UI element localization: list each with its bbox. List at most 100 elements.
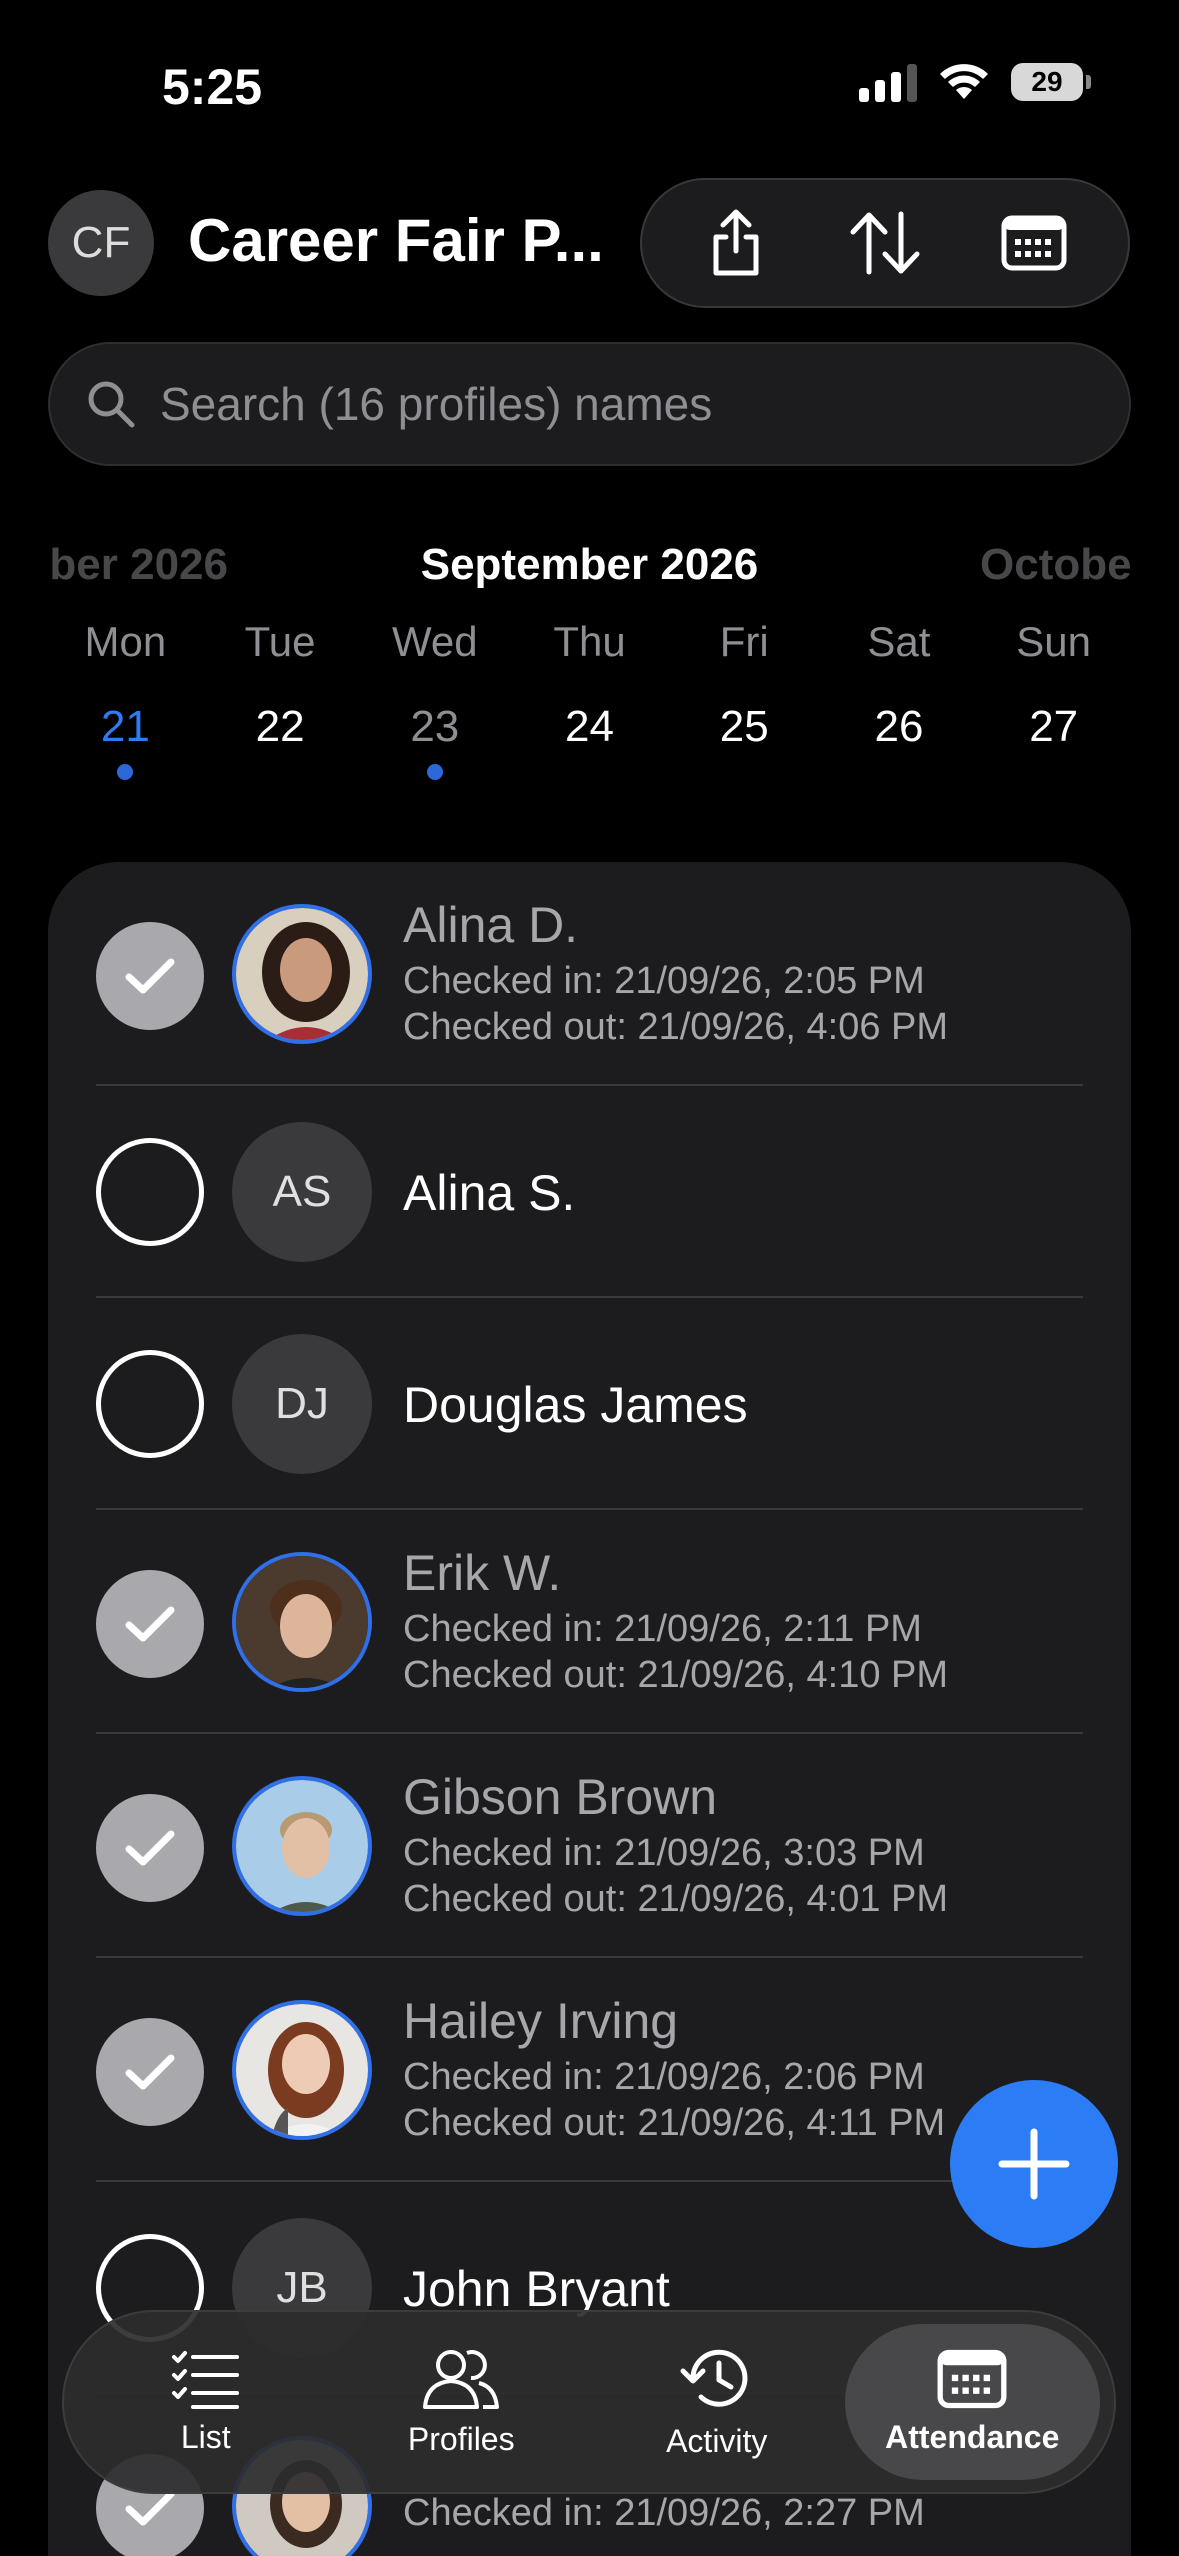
weekday-label: Fri [719,618,769,665]
attendance-list: Alina D. Checked in: 21/09/26, 2:05 PM C… [48,862,1131,2556]
attendance-checkbox-checked[interactable] [96,922,204,1030]
day-cell[interactable]: 27 [976,702,1131,782]
battery-indicator: 29 [1011,63,1091,101]
cellular-signal-icon [859,62,917,102]
weekday-label: Sun [1016,618,1092,665]
profile-name: Erik W. [403,1545,562,1601]
attendance-checkbox-checked[interactable] [96,2018,204,2126]
list-item[interactable]: DJ Douglas James [48,1298,1131,1510]
checkmark-icon [125,1830,175,1866]
profile-name: Hailey Irving [403,1993,679,2049]
day-number: 24 [565,702,614,751]
tab-label: Attendance [885,2418,1060,2455]
history-icon [680,2349,748,2407]
tab-profiles[interactable]: Profiles [334,2324,590,2480]
wifi-icon [940,64,988,99]
tab-attendance[interactable]: Attendance [844,2324,1100,2480]
day-cell[interactable]: 25 [667,702,822,782]
plus-icon [998,2128,1070,2200]
attendance-checkbox-checked[interactable] [96,1794,204,1902]
profile-name: Alina D. [403,897,579,953]
checkmark-icon [125,2490,175,2526]
avatar [232,1776,372,1916]
search-icon [88,381,135,428]
event-dot [117,764,134,780]
sort-icon [850,211,920,275]
checked-in-time: Checked in: 21/09/26, 2:05 PM [403,960,925,1002]
day-number: 21 [100,702,150,751]
tab-activity[interactable]: Activity [589,2324,845,2480]
attendance-checkbox-checked[interactable] [96,1570,204,1678]
day-cell[interactable]: 24 [512,702,667,782]
calendar-button[interactable] [989,198,1079,288]
attendance-checkbox[interactable] [96,1138,204,1246]
day-number: 22 [255,702,305,751]
checked-out-time: Checked out: 21/09/26, 4:01 PM [403,1878,949,1920]
day-cell[interactable]: 26 [822,702,977,782]
calendar-icon [1001,215,1067,271]
avatar: DJ [232,1334,372,1474]
profile-name: Gibson Brown [403,1769,718,1825]
avatar [232,904,372,1044]
day-cell[interactable]: 22 [203,702,358,782]
checked-in-time: Checked in: 21/09/26, 2:27 PM [403,2492,925,2534]
tab-label: Activity [666,2422,768,2459]
checkmark-icon [125,2054,175,2090]
day-number: 25 [719,702,769,751]
header-toolbar [640,178,1130,308]
day-cell[interactable]: 23 [357,702,512,782]
list-item[interactable]: Gibson Brown Checked in: 21/09/26, 3:03 … [48,1734,1131,1958]
profile-photo-icon [236,2004,368,2136]
checked-out-time: Checked out: 21/09/26, 4:06 PM [403,1006,949,1048]
weekday-row: Mon Tue Wed Thu Fri Sat Sun [48,618,1131,666]
checkmark-icon [125,958,175,994]
checked-out-time: Checked out: 21/09/26, 4:10 PM [403,1654,949,1696]
tab-label: Profiles [407,2420,515,2457]
day-number: 26 [874,702,924,751]
next-month-label[interactable]: Octobe [980,540,1130,590]
search-bar[interactable] [48,342,1131,466]
search-input[interactable] [160,377,1060,431]
page-title[interactable]: Career Fair P... [188,206,604,275]
status-time: 5:25 [162,59,263,115]
avatar [232,1552,372,1692]
checked-in-time: Checked in: 21/09/26, 2:11 PM [403,1608,922,1650]
attendance-checkbox[interactable] [96,1350,204,1458]
share-icon [713,209,759,276]
day-row: 21 22 23 24 25 26 27 [48,702,1131,782]
checkmark-icon [125,1606,175,1642]
share-button[interactable] [691,198,781,288]
day-number: 23 [410,702,460,751]
list-item[interactable]: Erik W. Checked in: 21/09/26, 2:11 PM Ch… [48,1510,1131,1734]
avatar [232,2000,372,2140]
day-number: 27 [1029,702,1079,751]
profile-photo-icon [236,1556,368,1688]
event-dot [426,764,443,780]
profile-name: Douglas James [403,1377,748,1433]
add-profile-button[interactable] [950,2080,1118,2248]
checked-in-time: Checked in: 21/09/26, 2:06 PM [403,2056,925,2098]
list-item[interactable]: AS Alina S. [48,1086,1131,1298]
profile-name: Alina S. [403,1165,576,1221]
checked-out-time: Checked out: 21/09/26, 4:11 PM [403,2102,946,2144]
calendar-icon [937,2349,1007,2408]
day-cell-selected[interactable]: 21 [48,702,203,782]
weekday-label: Sat [867,618,931,665]
checked-in-time: Checked in: 21/09/26, 3:03 PM [403,1832,925,1874]
checklist-icon [171,2350,239,2409]
weekday-label: Wed [391,618,478,665]
status-icons: 29 [859,62,1091,102]
weekday-label: Tue [244,618,316,665]
people-icon [423,2349,500,2409]
tab-list[interactable]: List [78,2324,334,2480]
profile-photo-icon [236,1780,368,1912]
weekday-label: Mon [84,618,167,665]
list-item[interactable]: Alina D. Checked in: 21/09/26, 2:05 PM C… [48,862,1131,1086]
tab-label: List [180,2418,231,2455]
profile-photo-icon [236,908,368,1040]
workspace-avatar[interactable]: CF [48,190,154,296]
bottom-tab-bar: List Profiles Activity Attendance [62,2310,1116,2494]
sort-button[interactable] [840,198,930,288]
avatar: AS [232,1122,372,1262]
weekday-label: Thu [553,618,626,665]
